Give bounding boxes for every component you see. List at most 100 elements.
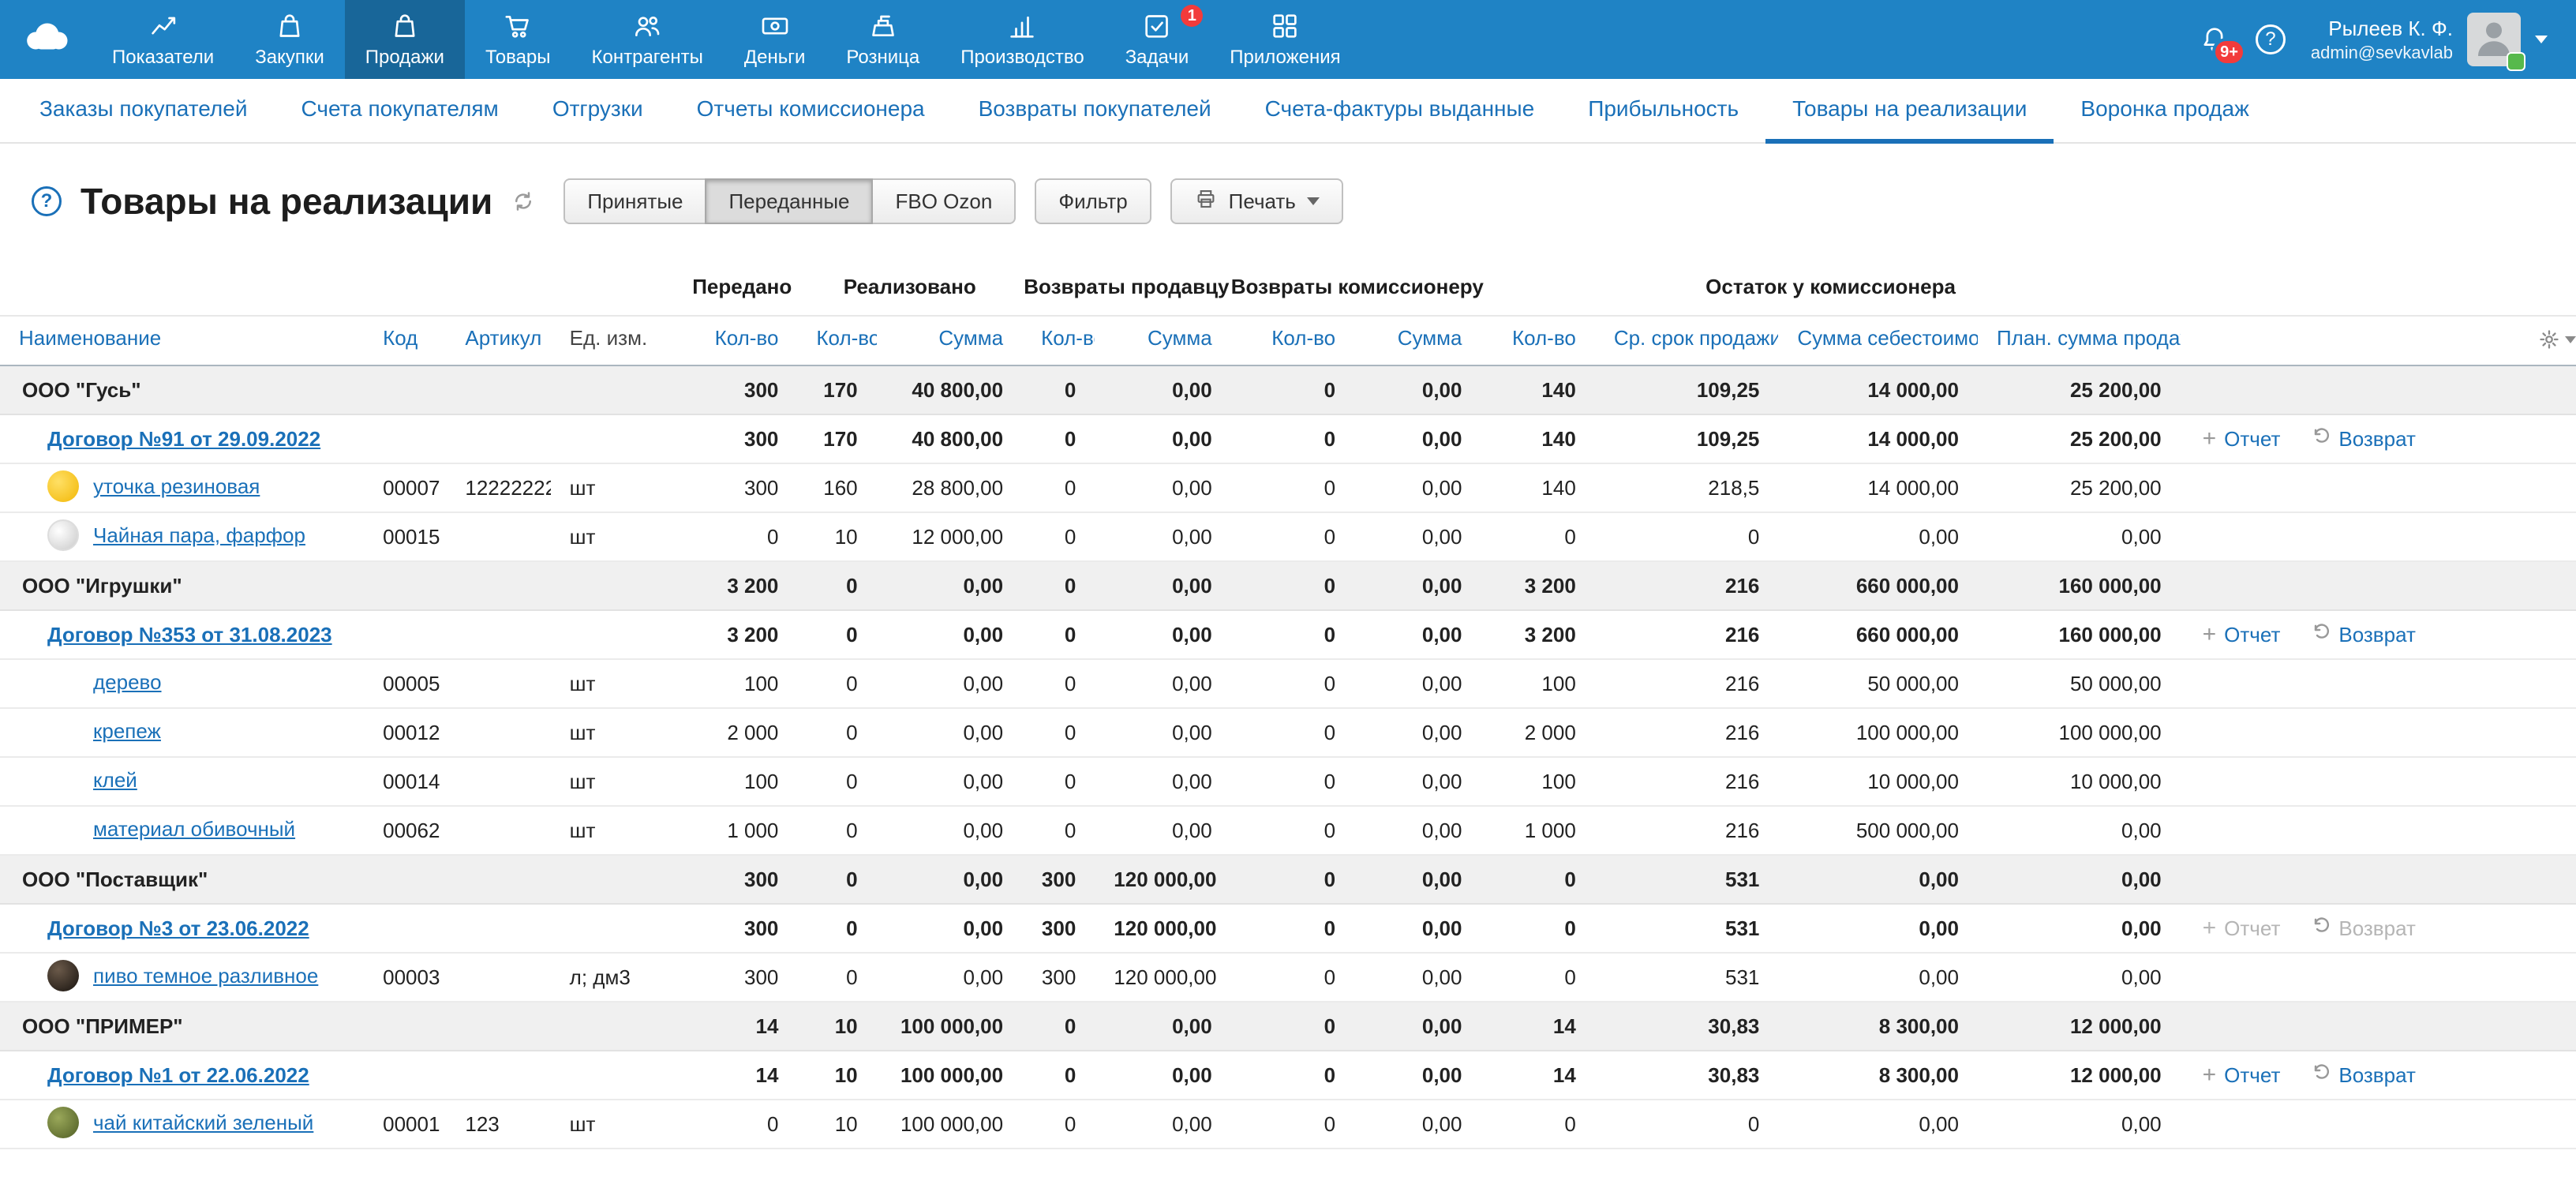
app-logo[interactable] <box>0 0 92 79</box>
page-help-icon[interactable]: ? <box>32 186 62 216</box>
segment-transferred[interactable]: Переданные <box>705 178 873 224</box>
report-action[interactable]: +Отчет <box>2203 1063 2281 1087</box>
product-link[interactable]: пиво темное разливное <box>93 964 318 988</box>
report-action[interactable]: +Отчет <box>2203 427 2281 451</box>
value-cell: 14 <box>687 1051 797 1100</box>
segment-fbo-ozon[interactable]: FBO Ozon <box>871 178 1016 224</box>
counterparties-icon <box>631 10 663 42</box>
col-header-sold-qty[interactable]: Кол-во <box>797 316 876 365</box>
printer-icon <box>1194 187 1218 216</box>
col-group-spacer <box>0 262 687 316</box>
value-cell: 0,00 <box>1778 512 1978 561</box>
column-settings-button[interactable] <box>2519 316 2576 365</box>
contract-link[interactable]: Договор №353 от 31.08.2023 <box>47 623 332 646</box>
value-cell: 0,00 <box>1095 659 1230 708</box>
product-link[interactable]: крепеж <box>93 719 161 743</box>
nav-item-apps[interactable]: Приложения <box>1209 0 1361 79</box>
value-cell: 0 <box>1231 659 1354 708</box>
product-article: 123 <box>446 1100 550 1149</box>
value-cell: 100 <box>1481 757 1594 806</box>
col-header-returns-seller-qty[interactable]: Кол-во <box>1022 316 1095 365</box>
col-header-remainder-qty[interactable]: Кол-во <box>1481 316 1594 365</box>
refresh-icon[interactable] <box>511 189 535 213</box>
product-link[interactable]: уточка резиновая <box>93 474 260 498</box>
nav-item-label: Производство <box>960 47 1084 69</box>
tab-sales-funnel[interactable]: Воронка продаж <box>2054 79 2275 144</box>
col-header-name[interactable]: Наименование <box>0 316 364 365</box>
value-cell: 25 200,00 <box>1978 414 2181 463</box>
tab-profitability[interactable]: Прибыльность <box>1561 79 1765 144</box>
return-action[interactable]: Возврат <box>2312 1063 2416 1087</box>
table-row-product: крепеж00012шт2 00000,0000,0000,002 00021… <box>0 708 2576 757</box>
tab-consignment-goods[interactable]: Товары на реализации <box>1765 79 2054 144</box>
product-link[interactable]: чай китайский зеленый <box>93 1111 313 1134</box>
product-code: 00001 <box>364 1100 446 1149</box>
tab-commission-reports[interactable]: Отчеты комиссионера <box>670 79 952 144</box>
col-header-returns-commissioner-qty[interactable]: Кол-во <box>1231 316 1354 365</box>
value-cell: 40 800,00 <box>877 365 1022 414</box>
tab-shipments[interactable]: Отгрузки <box>526 79 670 144</box>
row-actions <box>2181 463 2519 512</box>
row-gear-cell <box>2519 1002 2576 1051</box>
col-header-returns-seller-sum[interactable]: Сумма <box>1095 316 1230 365</box>
value-cell: 0,00 <box>877 806 1022 855</box>
product-link[interactable]: дерево <box>93 670 162 694</box>
nav-item-tasks[interactable]: Задачи1 <box>1105 0 1210 79</box>
col-header-sold-sum[interactable]: Сумма <box>877 316 1022 365</box>
nav-item-retail[interactable]: Розница <box>826 0 940 79</box>
col-header-cost-sum[interactable]: Сумма себестоимости <box>1778 316 1978 365</box>
contract-link[interactable]: Договор №3 от 23.06.2022 <box>47 916 309 940</box>
return-label: Возврат <box>2338 916 2416 940</box>
product-link[interactable]: Чайная пара, фарфор <box>93 523 305 547</box>
col-header-code[interactable]: Код <box>364 316 446 365</box>
col-header-returns-commissioner-sum[interactable]: Сумма <box>1354 316 1481 365</box>
return-action[interactable]: Возврат <box>2312 427 2416 451</box>
user-menu[interactable]: Рылеев К. Ф. admin@sevkavlab <box>2311 13 2548 66</box>
value-cell: 0,00 <box>1095 806 1230 855</box>
tab-vat-invoices-issued[interactable]: Счета-фактуры выданные <box>1238 79 1562 144</box>
row-actions <box>2181 561 2519 610</box>
return-icon <box>2312 916 2331 940</box>
nav-item-counterparties[interactable]: Контрагенты <box>571 0 724 79</box>
nav-item-label: Товары <box>485 47 551 69</box>
cloud-logo-icon <box>19 19 73 60</box>
report-action[interactable]: +Отчет <box>2203 623 2281 646</box>
product-link[interactable]: клей <box>93 768 137 792</box>
product-article <box>446 757 550 806</box>
tab-customer-returns[interactable]: Возвраты покупателей <box>952 79 1238 144</box>
tab-customer-orders[interactable]: Заказы покупателей <box>13 79 274 144</box>
notifications-button[interactable]: 9+ <box>2199 24 2230 55</box>
chevron-down-icon <box>2535 36 2548 43</box>
value-cell: 100 000,00 <box>1978 708 2181 757</box>
nav-item-goods[interactable]: Товары <box>465 0 571 79</box>
nav-item-sales[interactable]: Продажи <box>345 0 465 79</box>
filter-button[interactable]: Фильтр <box>1035 178 1151 224</box>
nav-item-label: Контрагенты <box>592 47 703 69</box>
col-header-planned-sales-sum[interactable]: План. сумма продаж <box>1978 316 2181 365</box>
product-link[interactable]: материал обивочный <box>93 817 295 841</box>
contract-link[interactable]: Договор №1 от 22.06.2022 <box>47 1063 309 1087</box>
value-cell: 660 000,00 <box>1778 561 1978 610</box>
value-cell: 10 000,00 <box>1778 757 1978 806</box>
product-unit: шт <box>551 1100 687 1149</box>
value-cell: 0,00 <box>1354 512 1481 561</box>
col-header-article[interactable]: Артикул <box>446 316 550 365</box>
nav-item-money[interactable]: Деньги <box>724 0 826 79</box>
value-cell: 0 <box>1481 512 1594 561</box>
production-icon <box>1006 10 1038 42</box>
nav-item-purchases[interactable]: Закупки <box>234 0 345 79</box>
value-cell: 14 <box>1481 1002 1594 1051</box>
segment-accepted[interactable]: Принятые <box>564 178 706 224</box>
table-head: ПереданоРеализованоВозвраты продавцуВозв… <box>0 262 2576 365</box>
tab-customer-invoices[interactable]: Счета покупателям <box>274 79 525 144</box>
col-header-transferred-qty[interactable]: Кол-во <box>687 316 797 365</box>
nav-item-production[interactable]: Производство <box>940 0 1104 79</box>
value-cell: 500 000,00 <box>1778 806 1978 855</box>
print-button[interactable]: Печать <box>1170 178 1343 224</box>
value-cell: 300 <box>687 855 797 904</box>
help-button[interactable]: ? <box>2256 24 2286 54</box>
return-action[interactable]: Возврат <box>2312 623 2416 646</box>
nav-item-indicators[interactable]: Показатели <box>92 0 234 79</box>
col-header-avg-sale-term[interactable]: Ср. срок продажи <box>1595 316 1779 365</box>
contract-link[interactable]: Договор №91 от 29.09.2022 <box>47 427 320 451</box>
